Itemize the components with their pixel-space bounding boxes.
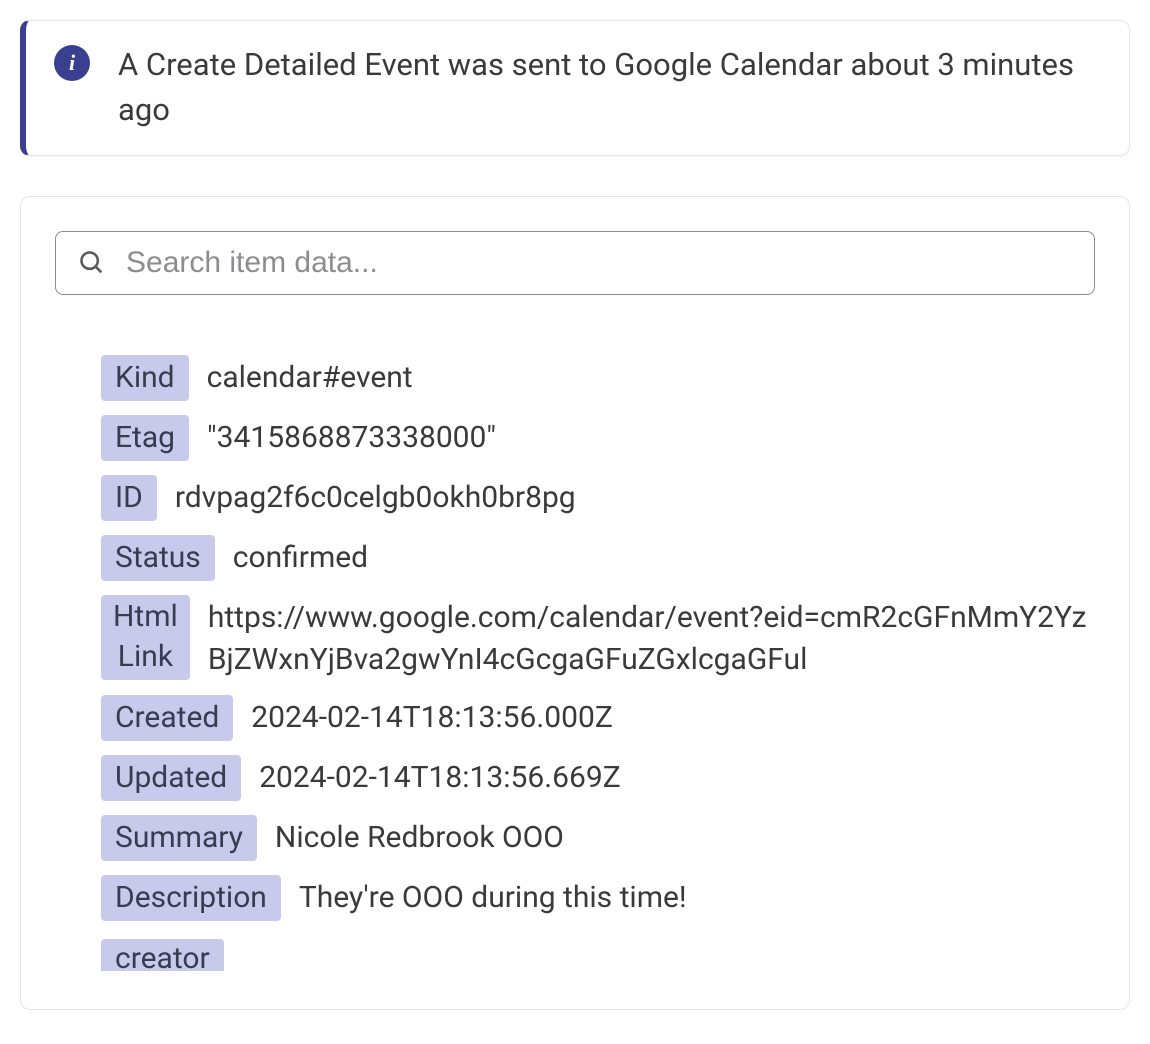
field-row-description: Description They're OOO during this time… (101, 875, 1095, 921)
field-row-updated: Updated 2024-02-14T18:13:56.669Z (101, 755, 1095, 801)
field-row-summary: Summary Nicole Redbrook OOO (101, 815, 1095, 861)
search-icon (76, 247, 108, 279)
field-key-line2: Link (118, 637, 173, 678)
field-row-creator: creator (101, 935, 1095, 975)
field-key: Status (101, 535, 215, 581)
search-input[interactable] (126, 246, 1074, 280)
field-value: calendar#event (207, 355, 413, 399)
field-row-htmllink: Html Link https://www.google.com/calenda… (101, 595, 1095, 681)
field-key: Kind (101, 355, 189, 401)
field-key: ID (101, 475, 157, 521)
field-key: Etag (101, 415, 189, 461)
data-panel: Kind calendar#event Etag "34158688733380… (20, 196, 1130, 1010)
field-key: Summary (101, 815, 257, 861)
field-key: Description (101, 875, 281, 921)
field-key: Created (101, 695, 233, 741)
field-value: confirmed (233, 535, 368, 579)
field-value: "3415868873338000" (207, 415, 496, 459)
field-value: 2024-02-14T18:13:56.669Z (259, 755, 621, 799)
search-wrapper[interactable] (55, 231, 1095, 295)
field-row-created: Created 2024-02-14T18:13:56.000Z (101, 695, 1095, 741)
field-key: Updated (101, 755, 241, 801)
field-row-id: ID rdvpag2f6c0celgb0okh0br8pg (101, 475, 1095, 521)
field-row-kind: Kind calendar#event (101, 355, 1095, 401)
field-value: 2024-02-14T18:13:56.000Z (251, 695, 613, 739)
info-banner: i A Create Detailed Event was sent to Go… (20, 20, 1130, 156)
field-list: Kind calendar#event Etag "34158688733380… (55, 355, 1095, 975)
field-value: rdvpag2f6c0celgb0okh0br8pg (175, 475, 576, 519)
field-key-partial: creator (101, 939, 224, 971)
field-key: Html Link (101, 595, 190, 680)
field-key-line1: Html (113, 597, 178, 638)
field-row-status: Status confirmed (101, 535, 1095, 581)
info-banner-text: A Create Detailed Event was sent to Goog… (118, 43, 1101, 133)
field-row-etag: Etag "3415868873338000" (101, 415, 1095, 461)
field-value: Nicole Redbrook OOO (275, 815, 564, 859)
field-value: https://www.google.com/calendar/event?ei… (208, 595, 1095, 681)
info-icon: i (54, 45, 90, 81)
field-value: They're OOO during this time! (299, 875, 687, 919)
